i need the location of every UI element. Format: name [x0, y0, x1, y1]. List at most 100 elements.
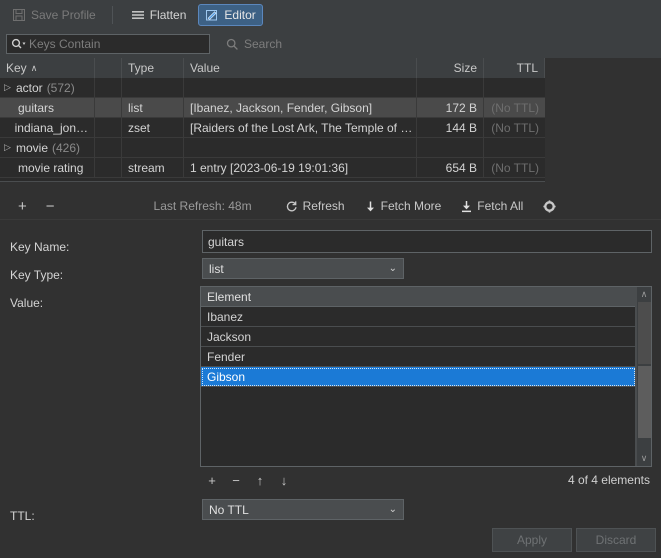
column-header-size[interactable]: Size	[417, 58, 484, 78]
save-profile-label: Save Profile	[31, 8, 96, 22]
cell-type	[122, 78, 184, 97]
table-bottom-border	[0, 181, 545, 182]
search-row: Keys Contain Search	[0, 30, 661, 58]
expand-chevron-icon[interactable]: ▷	[4, 82, 16, 93]
cell-spacer	[95, 158, 122, 177]
flatten-icon	[131, 8, 145, 22]
cell-ttl: (No TTL)	[491, 160, 539, 175]
expand-chevron-icon[interactable]: ▷	[4, 142, 16, 153]
cell-key-label: movie rating	[18, 160, 84, 175]
discard-label: Discard	[595, 533, 637, 547]
cell-key: indiana_jon…	[0, 118, 95, 137]
cell-size	[417, 138, 484, 157]
cell-type: zset	[122, 118, 184, 137]
cell-key: movie rating	[0, 158, 95, 177]
flatten-button[interactable]: Flatten	[125, 4, 193, 26]
fetch-all-label: Fetch All	[477, 199, 524, 213]
cell-size: 172 B	[417, 98, 484, 117]
scrollbar-thumb[interactable]	[637, 366, 651, 438]
column-header-type[interactable]: Type	[122, 58, 184, 78]
cell-value: [Raiders of the Lost Ark, The Temple of …	[184, 118, 417, 137]
move-element-up-button[interactable]: ↑	[248, 473, 272, 488]
arrow-down-icon	[365, 200, 376, 213]
sort-ascending-icon: ∧	[30, 62, 38, 73]
column-header-value[interactable]: Value	[184, 58, 417, 78]
column-header-ttl[interactable]: TTL	[484, 58, 545, 78]
download-all-icon	[461, 200, 472, 213]
key-name-label: Key Name:	[10, 240, 70, 254]
save-icon	[12, 8, 26, 22]
move-element-down-button[interactable]: ↓	[272, 473, 296, 488]
remove-key-icon: −	[45, 197, 55, 215]
fetch-more-label: Fetch More	[380, 199, 442, 213]
editor-label: Editor	[224, 8, 256, 22]
search-input[interactable]: Keys Contain	[6, 34, 210, 54]
value-list-header[interactable]: Element	[201, 287, 636, 307]
scrollbar-track[interactable]	[637, 302, 652, 451]
cell-value	[184, 78, 417, 97]
apply-label: Apply	[516, 533, 548, 547]
fetch-more-button[interactable]: Fetch More	[365, 199, 442, 213]
search-button[interactable]: Search	[226, 37, 282, 51]
ttl-label: TTL:	[10, 509, 35, 523]
ttl-select[interactable]: No TTL ⌄	[202, 499, 404, 520]
cell-spacer	[95, 138, 122, 157]
refresh-icon	[285, 200, 298, 213]
remove-element-button[interactable]: −	[224, 473, 248, 488]
list-item-label: Ibanez	[207, 309, 244, 324]
search-icon	[226, 38, 239, 51]
key-type-value: list	[209, 261, 224, 276]
refresh-button[interactable]: Refresh	[285, 199, 345, 213]
top-toolbar: Save Profile Flatten Editor	[0, 0, 661, 30]
list-item-label: Gibson	[207, 369, 246, 384]
discard-button[interactable]: Discard	[576, 528, 656, 552]
remove-key-button[interactable]: −	[46, 198, 55, 215]
cell-ttl	[484, 138, 545, 157]
scrollbar-thumb-upper[interactable]	[637, 302, 651, 364]
toolbar-separator	[111, 6, 113, 24]
add-key-icon: +	[18, 197, 27, 215]
last-refresh-label: Last Refresh: 48m	[153, 199, 252, 213]
cell-key-label: indiana_jon…	[14, 120, 88, 135]
cell-key-label: movie	[16, 140, 49, 155]
cell-ttl: (No TTL)	[491, 100, 539, 115]
list-item[interactable]: Gibson	[201, 367, 636, 387]
value-label: Value:	[10, 296, 44, 310]
editor-pencil-icon	[205, 8, 219, 22]
cell-spacer	[95, 78, 122, 97]
cell-ttl: (No TTL)	[491, 120, 539, 135]
value-list-scrollbar[interactable]: ∧ ∨	[636, 287, 651, 466]
cell-spacer	[95, 118, 122, 137]
gear-icon	[543, 199, 556, 213]
scroll-down-icon[interactable]: ∨	[637, 451, 652, 466]
chevron-down-icon: ⌄	[388, 263, 397, 274]
column-header-key[interactable]: Key ∧	[0, 58, 95, 78]
add-key-button[interactable]: +	[18, 198, 27, 215]
apply-button[interactable]: Apply	[492, 528, 572, 552]
settings-button[interactable]	[543, 199, 556, 213]
list-item[interactable]: Jackson	[201, 327, 636, 347]
list-item[interactable]: Fender	[201, 347, 636, 367]
value-list[interactable]: Element Ibanez Jackson Fender Gibson ∧ ∨	[200, 286, 652, 467]
cell-key-count: (426)	[52, 140, 81, 155]
scroll-up-icon[interactable]: ∧	[637, 287, 652, 302]
cell-type: stream	[122, 158, 184, 177]
save-profile-button[interactable]: Save Profile	[6, 4, 102, 26]
key-name-field[interactable]: guitars	[202, 230, 652, 253]
value-list-header-label: Element	[207, 289, 252, 304]
cell-key-count: (572)	[46, 80, 75, 95]
add-element-button[interactable]: +	[200, 473, 224, 488]
key-table[interactable]: Key ∧ Type Value Size TTL ▷ actor (572)	[0, 58, 661, 182]
value-list-footer: + − ↑ ↓ 4 of 4 elements	[200, 469, 652, 491]
fetch-all-button[interactable]: Fetch All	[461, 199, 523, 213]
flatten-label: Flatten	[149, 8, 187, 22]
search-input-placeholder: Keys Contain	[29, 37, 101, 51]
table-empty-area	[545, 58, 661, 182]
list-item[interactable]: Ibanez	[201, 307, 636, 327]
key-name-value: guitars	[208, 234, 245, 249]
magnifier-dropdown-icon[interactable]	[11, 38, 27, 50]
cell-type	[122, 138, 184, 157]
cell-value	[184, 138, 417, 157]
editor-button[interactable]: Editor	[198, 4, 263, 26]
key-type-select[interactable]: list ⌄	[202, 258, 404, 279]
